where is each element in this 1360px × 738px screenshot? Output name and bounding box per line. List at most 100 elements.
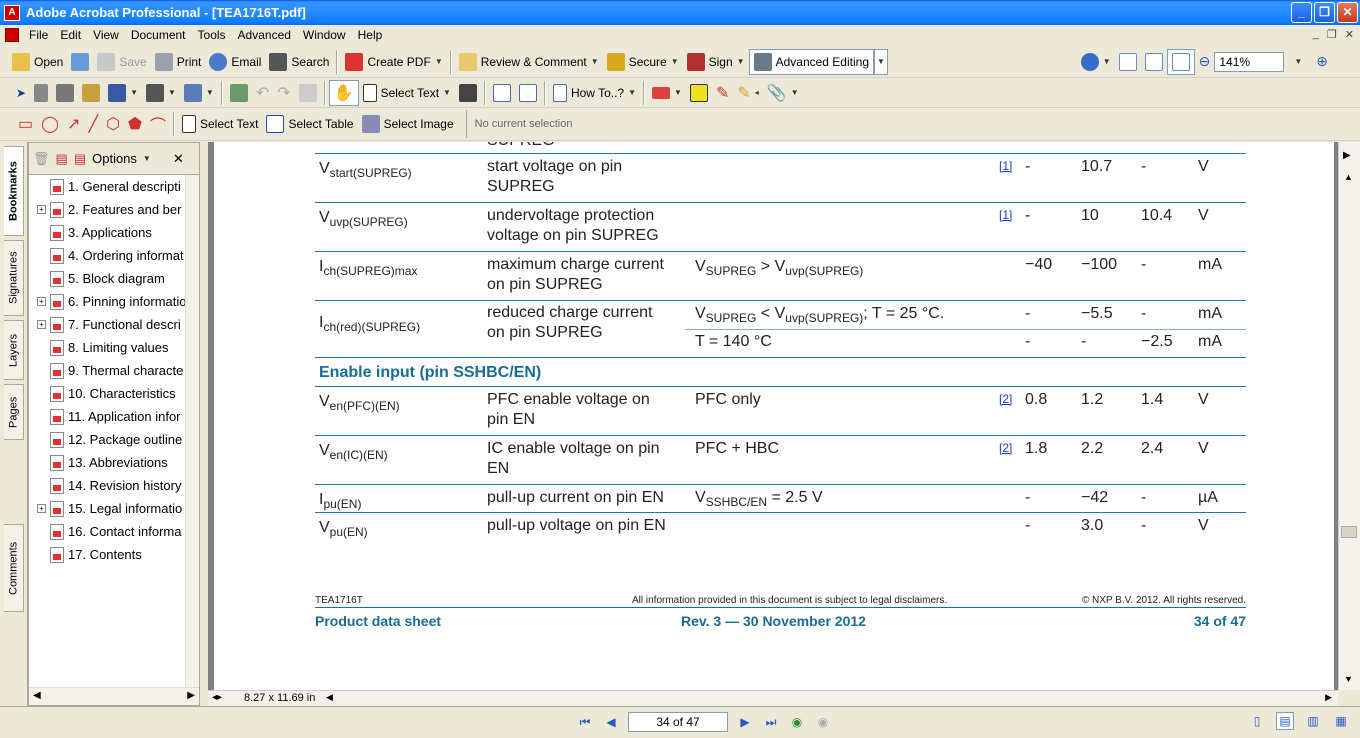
text-box-tool[interactable]: ▼ <box>180 80 218 106</box>
document-horizontal-scrollbar[interactable]: ◂▸ 8.27 x 11.69 in ◀ ▶ <box>208 690 1338 706</box>
zoom-in-button[interactable]: ⊕ <box>1312 49 1332 75</box>
dropdown-arrow-icon[interactable]: ▼ <box>591 57 599 66</box>
select-image-button[interactable]: Select Image <box>358 111 458 137</box>
dropdown-arrow-icon[interactable]: ▼ <box>443 88 451 97</box>
draw-line-tool[interactable]: ╱ <box>84 111 102 137</box>
bookmark-item[interactable]: 14. Revision history <box>29 474 187 497</box>
dropdown-arrow-icon[interactable]: ▼ <box>130 88 138 97</box>
page-number-field[interactable]: 34 of 47 <box>628 712 728 732</box>
bookmark-item[interactable]: +7. Functional descri <box>29 313 187 336</box>
continuous-icon[interactable]: ▤ <box>1276 712 1294 730</box>
menu-document[interactable]: Document <box>125 28 192 42</box>
dropdown-arrow-icon[interactable]: ▼ <box>671 57 679 66</box>
menu-view[interactable]: View <box>87 28 125 42</box>
split-view-icon[interactable]: ▶ <box>1343 150 1351 161</box>
bookmark-item[interactable]: 5. Block diagram <box>29 267 187 290</box>
dropdown-arrow-icon[interactable]: ▼ <box>628 88 636 97</box>
zoom-out-button[interactable]: ⊖ <box>1195 49 1215 75</box>
options-icon[interactable]: ▤ <box>74 151 86 167</box>
delete-bookmark-icon[interactable]: 🗑 <box>33 151 50 167</box>
rectangle-tool[interactable]: ▼ <box>648 80 686 106</box>
expand-icon[interactable]: + <box>37 205 46 214</box>
options-dropdown-icon[interactable]: ▼ <box>143 154 151 163</box>
tab-layers[interactable]: Layers <box>4 320 24 380</box>
zoom-dropdown-icon[interactable]: ▼ <box>1294 57 1302 66</box>
footnote-link[interactable]: [2] <box>999 438 1012 458</box>
fit-width-button[interactable] <box>1166 48 1195 75</box>
scroll-right-icon[interactable]: ▶ <box>1325 692 1332 703</box>
open-button[interactable]: Open <box>8 49 67 75</box>
how-to-button[interactable]: How To..? ▼ <box>549 80 640 106</box>
next-page-icon[interactable]: ▶ <box>736 713 754 731</box>
movie-tool[interactable]: ▼ <box>142 80 180 106</box>
select-table-button[interactable]: Select Table <box>262 111 357 137</box>
bookmark-item[interactable]: 1. General descripti <box>29 175 187 198</box>
actual-size-button[interactable] <box>1115 49 1141 75</box>
footnote-link[interactable]: [1] <box>999 205 1012 225</box>
bookmark-item[interactable]: 12. Package outline <box>29 428 187 451</box>
advanced-editing-button[interactable]: Advanced Editing <box>748 48 874 75</box>
tab-signatures[interactable]: Signatures <box>4 240 24 316</box>
bookmark-item[interactable]: 9. Thermal characte <box>29 359 187 382</box>
dropdown-arrow-icon[interactable]: ▼ <box>435 57 443 66</box>
tab-bookmarks[interactable]: Bookmarks <box>4 146 24 236</box>
dropdown-arrow-icon[interactable]: ▼ <box>206 88 214 97</box>
scroll-left-icon[interactable]: ◀ <box>33 690 41 701</box>
footnote-link[interactable]: [1] <box>999 156 1012 176</box>
go-back-icon[interactable]: ◉ <box>788 713 806 731</box>
highlighter-tool[interactable]: ✎ ◂ <box>733 80 762 106</box>
organizer-button[interactable] <box>67 49 93 75</box>
bookmark-item[interactable]: 8. Limiting values <box>29 336 187 359</box>
select-text-button[interactable]: Select Text <box>178 111 262 137</box>
expand-icon[interactable]: + <box>37 297 46 306</box>
draw-cloud-tool[interactable]: ⬡ <box>102 111 124 137</box>
scroll-right-icon[interactable]: ▶ <box>187 690 195 701</box>
minimize-button[interactable]: _ <box>1291 2 1312 23</box>
touchup-tool[interactable] <box>30 80 52 106</box>
continuous-facing-icon[interactable]: ▦ <box>1332 712 1350 730</box>
menu-window[interactable]: Window <box>297 28 352 42</box>
scroll-left-icon[interactable]: ◀ <box>326 692 333 703</box>
doc-restore-button[interactable]: ❐ <box>1327 28 1337 41</box>
document-vertical-scrollbar[interactable]: ▶ ▲ ▼ <box>1338 142 1360 690</box>
expand-icon[interactable]: + <box>37 320 46 329</box>
dropdown-arrow-icon[interactable]: ▼ <box>791 88 799 97</box>
bookmark-item[interactable]: 3. Applications <box>29 221 187 244</box>
crop-tool[interactable] <box>52 80 78 106</box>
close-panel-icon[interactable]: ✕ <box>173 151 184 167</box>
email-button[interactable]: Email <box>205 49 265 75</box>
zoom-field[interactable]: 141% <box>1214 51 1285 72</box>
secure-button[interactable]: Secure ▼ <box>603 49 683 75</box>
bookmark-item[interactable]: 17. Contents <box>29 543 187 566</box>
dropdown-arrow-icon[interactable]: ▼ <box>674 88 682 97</box>
create-pdf-button[interactable]: Create PDF ▼ <box>341 49 446 75</box>
doc-close-button[interactable]: ✕ <box>1345 28 1354 41</box>
footnote-link[interactable]: [2] <box>999 389 1012 409</box>
select-text-tool[interactable]: Select Text ▼ <box>359 80 455 106</box>
bookmarks-vertical-scrollbar[interactable] <box>185 175 199 687</box>
dropdown-arrow-icon[interactable]: ◂ <box>755 88 759 97</box>
menu-file[interactable]: File <box>23 28 54 42</box>
bookmark-item[interactable]: 13. Abbreviations <box>29 451 187 474</box>
panel-splitter[interactable] <box>200 142 208 706</box>
copy-button[interactable] <box>295 80 321 106</box>
bookmark-item[interactable]: 10. Characteristics <box>29 382 187 405</box>
dropdown-arrow-icon[interactable]: ▼ <box>737 57 745 66</box>
go-forward-icon[interactable]: ◉ <box>814 713 832 731</box>
draw-polyline-tool[interactable]: ⌒ <box>146 111 170 137</box>
tab-pages[interactable]: Pages <box>4 384 24 440</box>
new-bookmark-icon[interactable]: ▤ <box>56 151 68 167</box>
advanced-editing-dropdown[interactable]: ▼ <box>874 48 888 75</box>
restore-button[interactable]: ❐ <box>1314 2 1335 23</box>
previous-page-icon[interactable]: ◀ <box>602 713 620 731</box>
bookmark-item[interactable]: +2. Features and ber <box>29 198 187 221</box>
zoom-tool-button[interactable]: ▼ <box>1077 49 1115 75</box>
rotate-cw-button[interactable] <box>515 80 541 106</box>
text-box-comment-tool[interactable] <box>686 80 712 106</box>
first-page-icon[interactable]: ⏮ <box>576 713 594 731</box>
draw-arrow-tool[interactable]: ↗ <box>63 111 84 137</box>
bookmarks-horizontal-scrollbar[interactable]: ◀ ▶ <box>29 687 199 705</box>
doc-minimize-button[interactable]: _ <box>1313 28 1319 41</box>
dropdown-arrow-icon[interactable]: ▼ <box>168 88 176 97</box>
draw-oval-tool[interactable]: ◯ <box>37 111 63 137</box>
